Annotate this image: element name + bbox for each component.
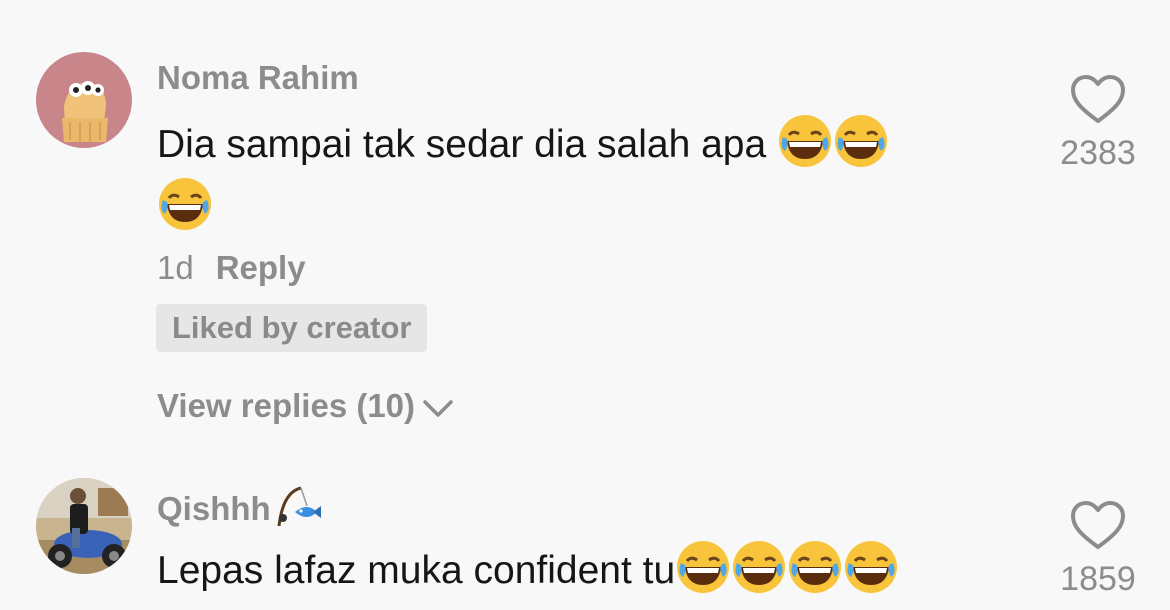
comment-username-text: Qishhh <box>157 490 271 527</box>
view-replies-button[interactable]: View replies (10) <box>157 387 455 425</box>
avatar[interactable] <box>36 478 132 574</box>
joy-emoji-icon <box>731 539 787 595</box>
joy-emoji-icon <box>787 539 843 595</box>
like-count: 1859 <box>1060 560 1136 598</box>
comment-item: Noma Rahim Dia sampai tak sedar dia sala… <box>0 0 1170 460</box>
reply-button[interactable]: Reply <box>216 249 306 286</box>
like-control: 1859 <box>1043 500 1153 599</box>
comment-text: Lepas lafaz muka confident tu <box>157 539 987 602</box>
comment-username[interactable]: Qishhh <box>157 482 323 540</box>
joy-emoji-icon <box>777 113 833 169</box>
view-replies-label: View replies (10) <box>157 387 416 424</box>
joy-emoji-icon <box>675 539 731 595</box>
heart-icon[interactable] <box>1070 74 1126 126</box>
liked-by-creator-badge: Liked by creator <box>156 304 428 352</box>
joy-emoji-icon <box>157 176 213 232</box>
comment-text: Dia sampai tak sedar dia salah apa <box>157 113 987 239</box>
fishing-pole-icon <box>273 482 323 540</box>
comment-item: Qishhh Lepas lafaz muka confident tu 185… <box>0 460 1170 610</box>
joy-emoji-icon <box>843 539 899 595</box>
comment-text-content: Lepas lafaz muka confident tu <box>157 549 676 592</box>
avatar[interactable] <box>36 52 132 148</box>
heart-icon[interactable] <box>1070 500 1126 552</box>
like-control: 2383 <box>1043 74 1153 173</box>
like-count: 2383 <box>1060 134 1136 172</box>
comment-meta: 1d Reply <box>157 249 306 287</box>
joy-emoji-icon <box>833 113 889 169</box>
comment-username[interactable]: Noma Rahim <box>157 59 359 97</box>
comment-age: 1d <box>157 249 194 286</box>
comment-text-content: Dia sampai tak sedar dia salah apa <box>157 123 767 166</box>
chevron-down-icon <box>423 400 453 418</box>
